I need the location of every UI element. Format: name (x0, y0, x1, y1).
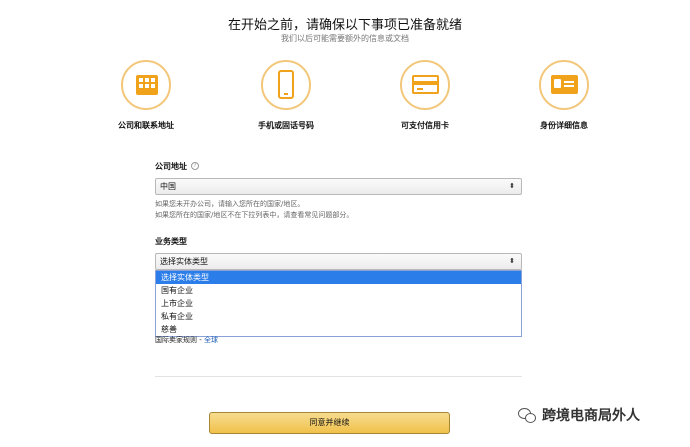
step-credit-card: 可支付信用卡 (370, 60, 480, 131)
policy-link[interactable]: 全球 (204, 336, 218, 344)
dropdown-option[interactable]: 私有企业 (156, 310, 521, 323)
watermark: 跨境电商局外人 (518, 405, 640, 425)
dropdown-option[interactable]: 选择实体类型 (156, 271, 521, 284)
dropdown-option[interactable]: 国有企业 (156, 284, 521, 297)
phone-icon (278, 70, 294, 99)
step-label: 身份详细信息 (540, 121, 588, 130)
building-icon (136, 75, 158, 95)
watermark-text: 跨境电商局外人 (542, 408, 640, 424)
company-address-hint: 如果您未开办公司，请输入您所在的国家/地区。 (155, 200, 305, 208)
credit-card-icon (412, 75, 439, 94)
step-phone: 手机或固话号码 (231, 60, 341, 131)
divider (155, 376, 522, 377)
company-address-select[interactable]: 中国 ⬍ (155, 178, 522, 195)
step-label: 手机或固话号码 (258, 121, 314, 130)
business-type-select[interactable]: 选择实体类型 ⬍ (155, 253, 522, 270)
business-type-label: 业务类型 (155, 236, 187, 246)
business-type-dropdown: 选择实体类型 国有企业 上市企业 私有企业 慈善 (155, 270, 522, 337)
wechat-icon (518, 407, 536, 423)
policy-line: 国际卖家规则 - 全球 (155, 336, 218, 344)
help-icon[interactable]: ? (191, 162, 199, 170)
step-identity: 身份详细信息 (509, 60, 619, 131)
step-label: 公司和联系地址 (118, 121, 174, 130)
company-address-label: 公司地址 ? (155, 160, 522, 172)
dropdown-option[interactable]: 上市企业 (156, 297, 521, 310)
registration-form: 公司地址 ? 中国 ⬍ 如果您未开办公司，请输入您所在的国家/地区。 如果您所在… (155, 160, 522, 270)
company-address-hint-2: 如果您所在的国家/地区不在下拉列表中，请查看常见问题部分。 (155, 211, 354, 219)
page-title: 在开始之前，请确保以下事项已准备就绪 (227, 18, 462, 33)
page-subtitle: 我们以后可能需要额外的信息或文档 (281, 34, 409, 43)
step-label: 可支付信用卡 (401, 121, 449, 130)
agree-continue-button[interactable]: 同意并继续 (209, 412, 450, 434)
select-arrow-icon: ⬍ (509, 182, 515, 190)
select-arrow-icon: ⬍ (509, 257, 515, 265)
step-company-address: 公司和联系地址 (91, 60, 201, 131)
id-card-icon (551, 75, 578, 94)
